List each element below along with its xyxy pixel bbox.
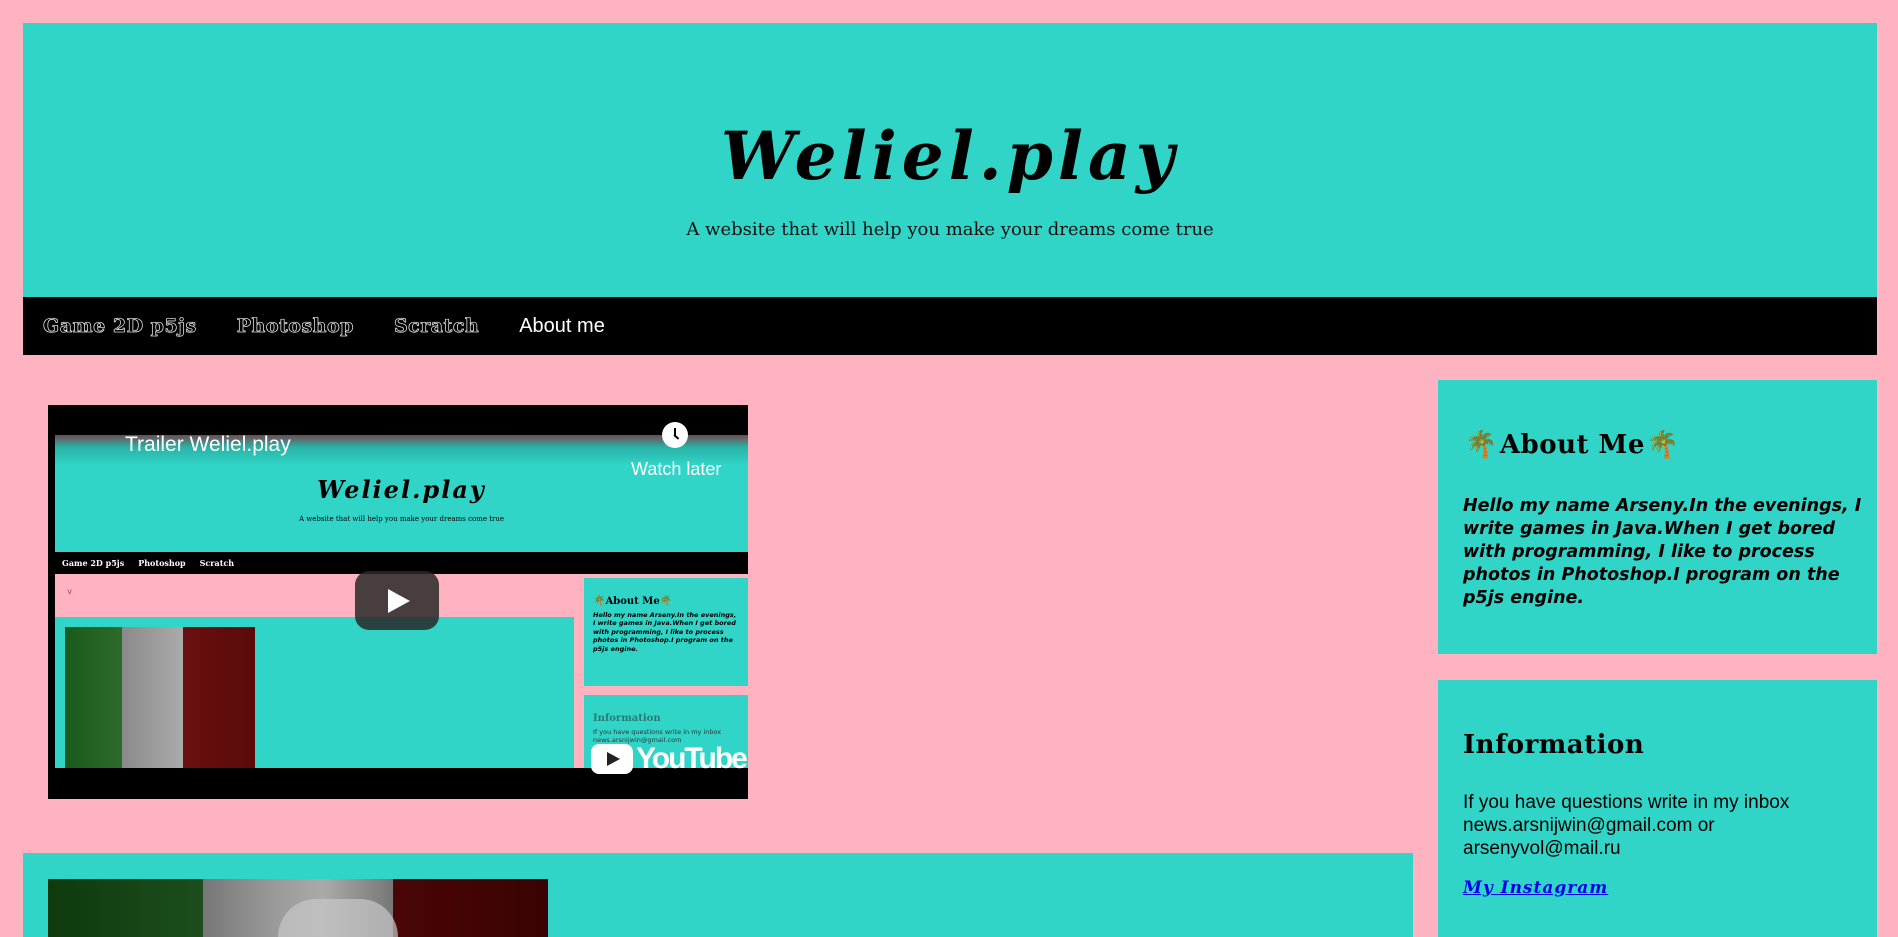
- information-heading: Information: [1463, 730, 1645, 760]
- main-content: [23, 853, 1413, 937]
- thumbnail-about-card: 🌴About Me🌴 Hello my name Arseny.In the e…: [584, 578, 748, 686]
- thumbnail-image: [65, 627, 255, 770]
- youtube-wordmark: YouTube: [636, 742, 748, 775]
- nav-item-photoshop[interactable]: Photoshop: [217, 297, 374, 355]
- main-nav: Game 2D p5js Photoshop Scratch About me: [23, 297, 1877, 355]
- information-card: Information If you have questions write …: [1438, 680, 1877, 937]
- site-title: Weliel.play: [720, 117, 1180, 195]
- about-me-text: Hello my name Arseny.In the evenings, I …: [1463, 496, 1862, 608]
- video-title[interactable]: Trailer Weliel.play: [125, 433, 291, 457]
- play-button[interactable]: [355, 571, 439, 630]
- instagram-link[interactable]: My Instagram: [1463, 878, 1608, 898]
- palm-tree-icon: 🌴: [1465, 430, 1498, 460]
- site-tagline: A website that will help you make your d…: [686, 219, 1214, 240]
- thumbnail-tagline: A website that will help you make your d…: [298, 515, 505, 523]
- thumbnail-nav-item: Photoshop: [138, 558, 186, 568]
- clock-icon[interactable]: [662, 422, 688, 448]
- palm-tree-icon: 🌴: [1646, 430, 1680, 460]
- chevron-down-icon: ˅: [67, 587, 73, 597]
- thumbnail-nav-item: Game 2D p5js: [62, 558, 125, 568]
- nav-item-scratch[interactable]: Scratch: [374, 297, 499, 355]
- thumbnail-info-heading: Information: [593, 713, 661, 724]
- site-header: Weliel.play A website that will help you…: [23, 23, 1877, 297]
- about-me-heading: 🌴 About Me 🌴: [1465, 430, 1680, 460]
- thumbnail-about-text: Hello my name Arseny.In the evenings, I …: [593, 611, 737, 653]
- nav-item-about-me[interactable]: About me: [499, 297, 625, 355]
- about-me-card: 🌴 About Me 🌴 Hello my name Arseny.In the…: [1438, 380, 1877, 654]
- nav-item-game-2d[interactable]: Game 2D p5js: [23, 297, 217, 355]
- information-text: If you have questions write in my inbox …: [1463, 792, 1790, 859]
- youtube-logo[interactable]: YouTube: [591, 742, 748, 776]
- thumbnail-about-heading: About Me: [605, 596, 660, 607]
- thumbnail-nav-item: Scratch: [199, 558, 235, 568]
- youtube-embed[interactable]: Weliel.play A website that will help you…: [48, 405, 748, 799]
- youtube-play-icon: [591, 744, 633, 774]
- watch-later-button[interactable]: Watch later: [631, 459, 721, 480]
- thumbnail-main: [55, 617, 574, 770]
- pisa-tower-image: [48, 879, 548, 937]
